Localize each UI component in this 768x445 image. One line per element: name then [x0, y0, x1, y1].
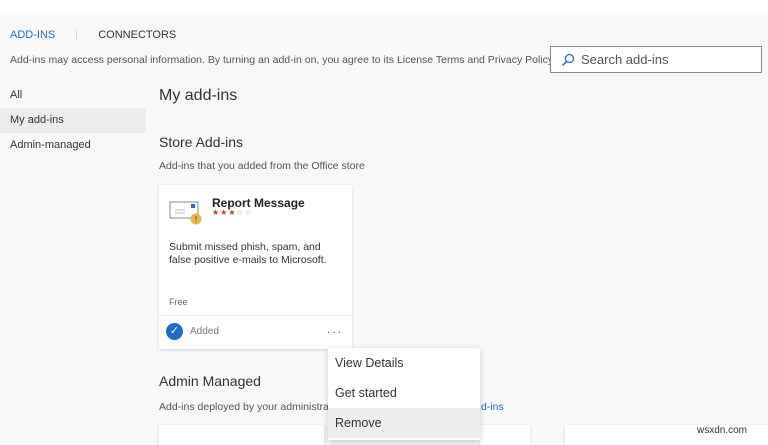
search-input[interactable]: Search add-ins	[550, 46, 762, 73]
admin-add-in-card[interactable]	[480, 425, 530, 445]
search-placeholder: Search add-ins	[581, 52, 669, 67]
sidebar-item-my-add-ins[interactable]: My add-ins	[0, 108, 146, 133]
more-options-button[interactable]: ...	[327, 322, 343, 336]
top-bar	[0, 0, 768, 15]
sidebar: All My add-ins Admin-managed	[0, 83, 146, 158]
search-icon	[561, 53, 575, 66]
admin-managed-link[interactable]: d-ins	[481, 401, 504, 413]
tab-divider	[76, 29, 78, 41]
card-footer: ✓ Added ...	[159, 315, 352, 349]
added-status: Added	[190, 326, 219, 337]
add-in-card[interactable]: ! Report Message ★★★☆☆ Submit missed phi…	[159, 185, 352, 349]
tab-bar: ADD-INS CONNECTORS	[10, 29, 176, 41]
menu-item-get-started[interactable]: Get started	[328, 378, 480, 408]
watermark: wsxdn.com	[697, 425, 748, 436]
tab-connectors[interactable]: CONNECTORS	[98, 29, 176, 41]
menu-item-view-details[interactable]: View Details	[328, 348, 480, 378]
admin-add-in-card[interactable]	[159, 425, 324, 445]
checkmark-icon: ✓	[166, 323, 183, 340]
store-add-ins-heading: Store Add-ins	[159, 134, 244, 150]
store-add-ins-subtitle: Add-ins that you added from the Office s…	[159, 160, 365, 172]
rating-stars: ★★★☆☆	[212, 208, 253, 217]
privacy-notice: Add-ins may access personal information.…	[10, 54, 556, 66]
sidebar-item-all[interactable]: All	[0, 83, 146, 108]
admin-managed-subtitle: Add-ins deployed by your administrat	[159, 401, 332, 413]
tab-add-ins[interactable]: ADD-INS	[10, 29, 55, 41]
menu-item-remove[interactable]: Remove	[328, 408, 480, 438]
add-in-price: Free	[169, 297, 188, 307]
page-title: My add-ins	[159, 87, 238, 104]
context-menu: View Details Get started Remove	[328, 348, 480, 440]
report-message-icon: !	[169, 201, 202, 225]
admin-managed-heading: Admin Managed	[159, 373, 261, 389]
svg-text:!: !	[195, 215, 197, 224]
add-in-description: Submit missed phish, spam, and false pos…	[169, 241, 327, 266]
sidebar-item-admin-managed[interactable]: Admin-managed	[0, 133, 146, 158]
